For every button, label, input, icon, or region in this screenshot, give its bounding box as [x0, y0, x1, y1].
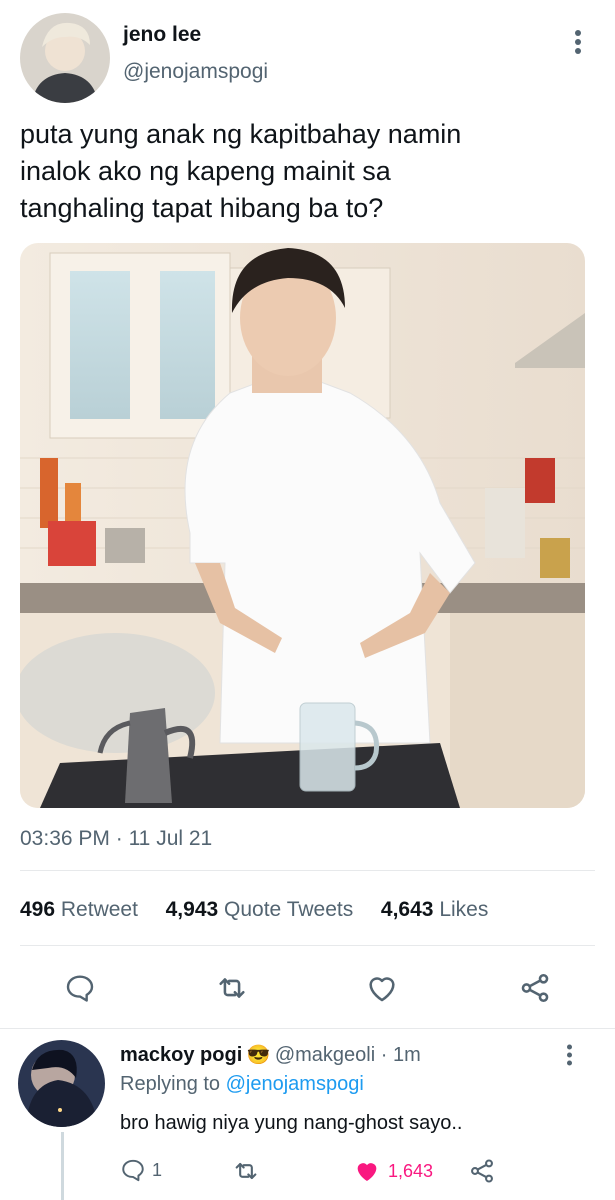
- quote-tweets-label: Quote Tweets: [224, 898, 354, 921]
- retweets-count: 496: [20, 898, 56, 921]
- tweet-photo[interactable]: [20, 243, 585, 808]
- reply-author-handle[interactable]: @makgeoli: [275, 1044, 375, 1066]
- reply-avatar[interactable]: [18, 1040, 105, 1127]
- author-name[interactable]: jeno lee: [123, 23, 201, 47]
- tweet-text-line: tanghaling tapat hibang ba to?: [20, 193, 384, 223]
- tweet-stats: 496 Retweet 4,943 Quote Tweets 4,643 Lik…: [20, 898, 488, 922]
- replying-to-label: Replying to: [120, 1073, 221, 1095]
- reply-icon[interactable]: [62, 970, 98, 1006]
- reply-more-icon[interactable]: [556, 1042, 582, 1068]
- reply-header: mackoy pogi 😎 @makgeoli · 1m: [120, 1043, 421, 1067]
- author-handle[interactable]: @jenojamspogi: [123, 60, 268, 84]
- more-icon[interactable]: [564, 28, 592, 56]
- quote-tweets-stat[interactable]: 4,943 Quote Tweets: [166, 898, 354, 921]
- reply-age[interactable]: 1m: [393, 1044, 421, 1066]
- like-filled-icon: [353, 1157, 381, 1185]
- quote-tweets-count: 4,943: [165, 898, 219, 921]
- likes-count: 4,643: [380, 898, 434, 921]
- likes-label: Likes: [439, 898, 489, 921]
- retweet-icon: [235, 1162, 257, 1180]
- divider: [20, 870, 595, 871]
- reply-like-action[interactable]: 1,643: [353, 1157, 433, 1185]
- thread-line: [61, 1132, 64, 1200]
- tweet-timestamp[interactable]: 03:36 PM · 11 Jul 21: [20, 827, 212, 851]
- tweet-time: 03:36 PM: [20, 827, 110, 850]
- tweet-text-line: inalok ako ng kapeng mainit sa: [20, 156, 391, 186]
- retweet-icon[interactable]: [214, 970, 250, 1006]
- tweet-text-line: puta yung anak ng kapitbahay namin: [20, 119, 462, 149]
- reply-reply-action[interactable]: 1: [120, 1157, 162, 1183]
- reply-like-count: 1,643: [388, 1160, 434, 1181]
- tweet-text: puta yung anak ng kapitbahay namin inalo…: [20, 116, 590, 227]
- share-icon[interactable]: [517, 970, 553, 1006]
- reply-author-name[interactable]: mackoy pogi: [120, 1044, 242, 1066]
- replying-to: Replying to @jenojamspogi: [120, 1073, 364, 1096]
- meta-separator: ·: [109, 827, 129, 850]
- share-icon: [471, 1159, 493, 1183]
- reply-count: 1: [152, 1159, 163, 1180]
- reply-text: bro hawig niya yung nang-ghost sayo..: [120, 1112, 463, 1134]
- meta-separator: ·: [375, 1044, 393, 1066]
- divider: [0, 1028, 615, 1029]
- like-icon[interactable]: [364, 970, 400, 1006]
- reply-icon: [120, 1157, 146, 1183]
- likes-stat[interactable]: 4,643 Likes: [381, 898, 488, 921]
- retweets-stat[interactable]: 496 Retweet: [20, 898, 138, 921]
- reply-retweet-action[interactable]: [232, 1157, 260, 1185]
- reply-author-emoji: 😎: [246, 1045, 271, 1066]
- replying-to-link[interactable]: @jenojamspogi: [226, 1073, 364, 1095]
- retweets-label: Retweet: [60, 898, 138, 921]
- author-avatar[interactable]: [20, 13, 110, 103]
- divider: [20, 945, 595, 946]
- tweet-date: 11 Jul 21: [128, 827, 213, 850]
- reply-share-action[interactable]: [468, 1157, 496, 1185]
